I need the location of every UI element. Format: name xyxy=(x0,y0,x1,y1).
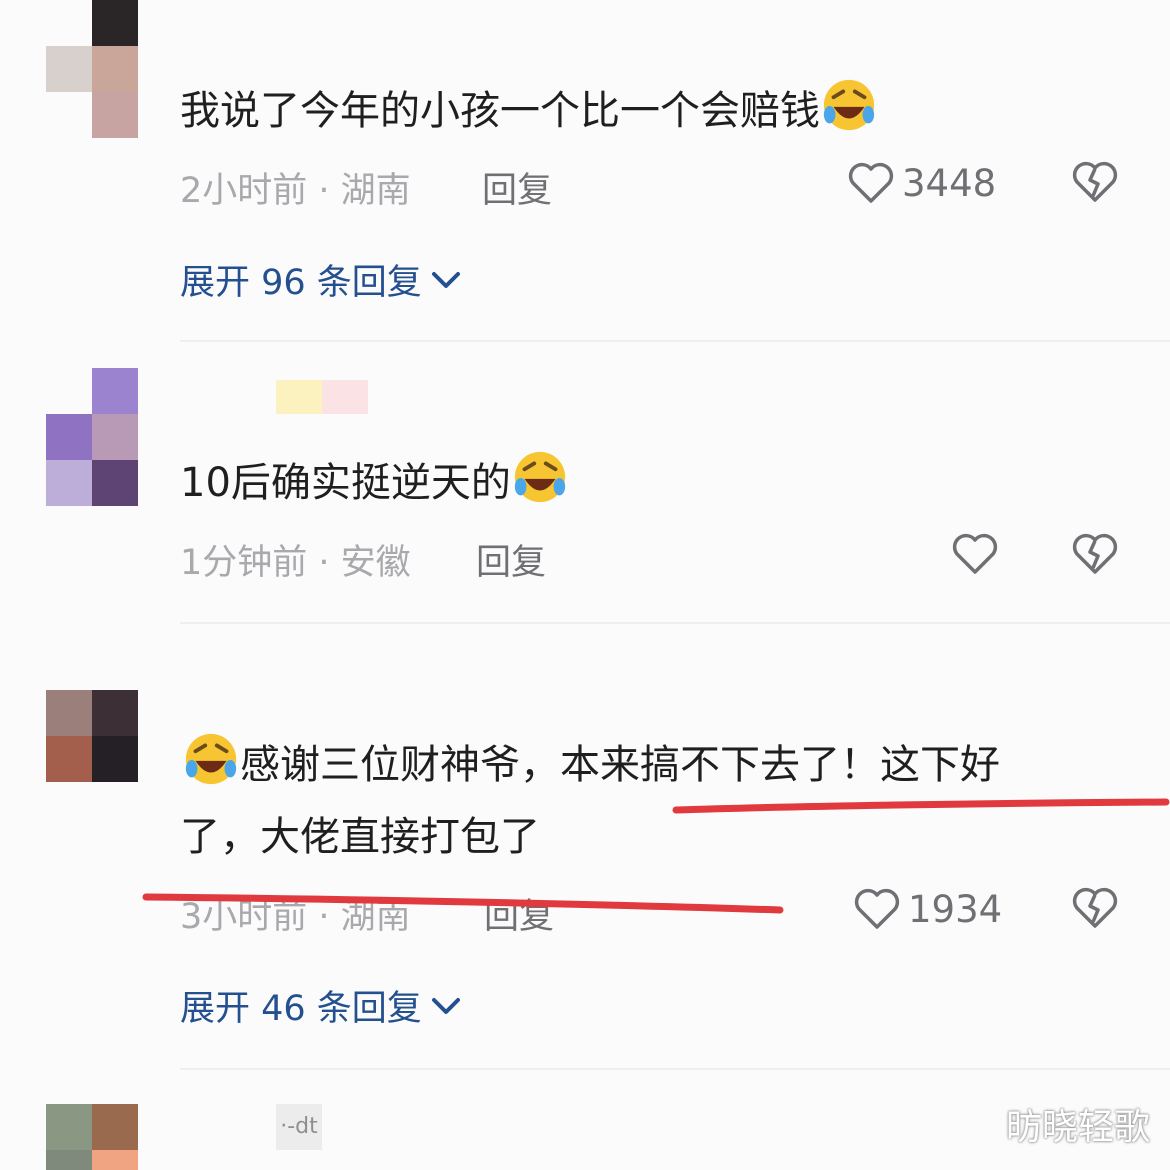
avatar[interactable] xyxy=(46,1104,138,1170)
red-underline-2 xyxy=(142,893,784,914)
divider xyxy=(180,1068,1170,1070)
watermark: 昉晓轻歌 xyxy=(1005,1107,1150,1148)
red-underline-1 xyxy=(672,798,1170,814)
username-blurred: ·-dt xyxy=(276,1104,322,1150)
red-underline-annotations xyxy=(142,798,1170,914)
